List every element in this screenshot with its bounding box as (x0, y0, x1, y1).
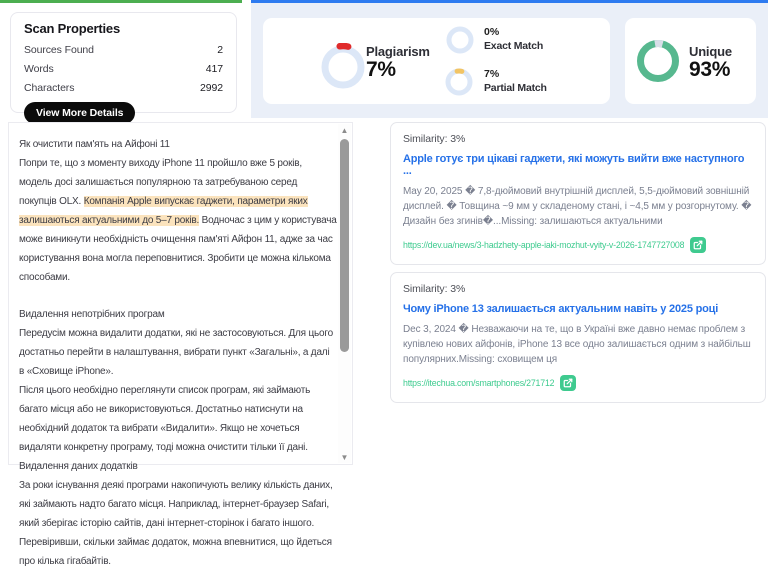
result-snippet: Dec 3, 2024 � Незважаючи на те, що в Укр… (403, 322, 753, 367)
plagiarism-value: 7% (366, 58, 396, 82)
result-url-link[interactable]: https://itechua.com/smartphones/271712 (403, 378, 554, 388)
exact-match-value: 0% (484, 26, 499, 38)
exact-match-donut (445, 25, 475, 55)
green-accent-line (0, 0, 242, 3)
scan-row-value: 417 (206, 60, 223, 79)
triangle-up-icon[interactable]: ▲ (338, 124, 351, 136)
external-link-icon (693, 240, 703, 250)
scan-row-sources: Sources Found 2 (24, 41, 223, 60)
scan-row-words: Words 417 (24, 60, 223, 79)
scan-row-characters: Characters 2992 (24, 79, 223, 98)
scan-properties-title: Scan Properties (24, 21, 223, 36)
document-paragraph: Попри те, що з моменту виходу iPhone 11 … (19, 154, 337, 287)
document-paragraph: За роки існування деякі програми накопич… (19, 476, 337, 571)
result-card: Similarity: 3% Apple готує три цікаві га… (390, 122, 766, 265)
view-more-details-button[interactable]: View More Details (24, 102, 135, 124)
scrollbar[interactable]: ▲ ▼ (338, 124, 351, 463)
scan-properties-card: Scan Properties Sources Found 2 Words 41… (10, 12, 237, 113)
plagiarism-donut (319, 43, 367, 91)
plagiarism-summary-card: Plagiarism 7% 0% Exact Match 7% Partial … (263, 18, 610, 104)
exact-match-label: Exact Match (484, 40, 543, 52)
document-heading: Як очистити пам'ять на Айфоні 11 (19, 135, 337, 154)
external-link-button[interactable] (560, 375, 576, 391)
scan-row-label: Words (24, 60, 54, 79)
document-section-title: Видалення даних додатків (19, 457, 337, 476)
external-link-button[interactable] (690, 237, 706, 253)
result-title-link[interactable]: Чому iPhone 13 залишається актуальним на… (403, 303, 753, 315)
scan-row-label: Sources Found (24, 41, 94, 60)
result-card: Similarity: 3% Чому iPhone 13 залишаєтьс… (390, 272, 766, 403)
document-paragraph: Після цього необхідно переглянути список… (19, 381, 337, 457)
unique-label: Unique (689, 44, 732, 59)
scan-row-label: Characters (24, 79, 74, 98)
result-url-row: https://itechua.com/smartphones/271712 (403, 375, 753, 391)
unique-summary-card: Unique 93% (625, 18, 756, 104)
summary-panel: Plagiarism 7% 0% Exact Match 7% Partial … (251, 0, 768, 118)
scroll-thumb[interactable] (340, 139, 349, 352)
unique-donut (635, 38, 681, 84)
partial-match-value: 7% (484, 68, 499, 80)
result-title-link[interactable]: Apple готує три цікаві гаджети, які можу… (403, 153, 753, 177)
similarity-label: Similarity: 3% (403, 133, 753, 145)
document-paragraph: Передусім можна видалити додатки, які не… (19, 324, 337, 381)
partial-match-donut (444, 67, 474, 97)
external-link-icon (563, 378, 573, 388)
document-panel: Як очистити пам'ять на Айфоні 11 Попри т… (8, 122, 353, 465)
result-url-link[interactable]: https://dev.ua/news/3-hadzhety-apple-iak… (403, 240, 684, 250)
triangle-down-icon[interactable]: ▼ (338, 451, 351, 463)
similarity-label: Similarity: 3% (403, 283, 753, 295)
result-snippet: May 20, 2025 � 7,8-дюймовий внутрішній д… (403, 184, 753, 229)
partial-match-label: Partial Match (484, 82, 547, 94)
unique-value: 93% (689, 58, 730, 82)
scan-row-value: 2992 (200, 79, 223, 98)
result-url-row: https://dev.ua/news/3-hadzhety-apple-iak… (403, 237, 753, 253)
scan-row-value: 2 (217, 41, 223, 60)
plagiarism-label: Plagiarism (366, 44, 430, 59)
document-text: Як очистити пам'ять на Айфоні 11 Попри т… (19, 135, 337, 571)
results-column: Similarity: 3% Apple готує три цікаві га… (390, 122, 766, 410)
document-section-title: Видалення непотрібних програм (19, 305, 337, 324)
